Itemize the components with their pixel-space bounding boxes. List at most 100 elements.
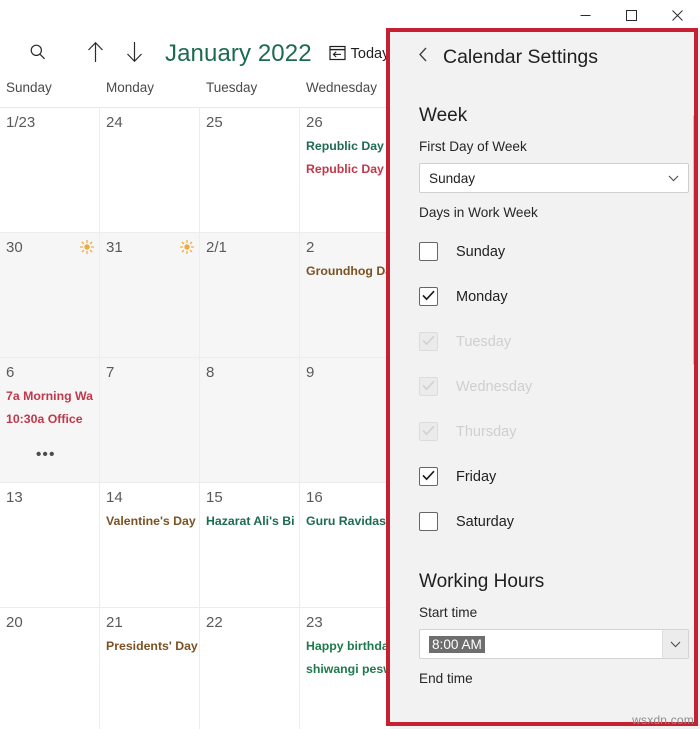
sun-icon bbox=[79, 239, 95, 256]
day-name-wednesday: Wednesday bbox=[306, 80, 378, 95]
checkbox-label: Saturday bbox=[456, 513, 515, 530]
more-events-button[interactable]: ••• bbox=[36, 447, 56, 462]
calendar-day-cell[interactable]: 21 Presidents' Day bbox=[100, 608, 200, 729]
chevron-left-icon bbox=[418, 47, 429, 67]
settings-scrollbar-thumb[interactable] bbox=[693, 115, 696, 365]
calendar-day-cell[interactable]: 2/1 bbox=[200, 233, 300, 357]
checkbox-label: Tuesday bbox=[456, 333, 512, 350]
day-cell-events: 7a Morning Wa 10:30a Office bbox=[6, 385, 94, 431]
calendar-settings-pane: Calendar Settings Week First Day of Week… bbox=[390, 30, 700, 729]
start-time-select[interactable]: 8:00 AM bbox=[419, 629, 689, 659]
checkbox[interactable] bbox=[419, 512, 438, 531]
calendar-day-cell[interactable]: 15 Hazarat Ali's Bi bbox=[200, 483, 300, 607]
calendar-day-cell[interactable]: 9 bbox=[300, 358, 390, 482]
maximize-button[interactable] bbox=[608, 0, 654, 30]
today-button[interactable]: Today bbox=[329, 44, 389, 65]
calendar-day-cell[interactable]: 31 bbox=[100, 233, 200, 357]
day-cell-header: 16 bbox=[306, 487, 390, 509]
back-button[interactable] bbox=[415, 47, 431, 67]
day-cell-header: 15 bbox=[206, 487, 294, 509]
day-number: 6 bbox=[6, 364, 15, 381]
day-number: 2 bbox=[306, 239, 315, 256]
search-icon bbox=[29, 43, 47, 66]
title-bar bbox=[0, 0, 700, 30]
day-cell-header: 14 bbox=[106, 487, 194, 509]
work-week-checkbox-friday[interactable]: Friday bbox=[419, 454, 700, 499]
calendar-day-cell[interactable]: 20 bbox=[0, 608, 100, 729]
day-cell-header: 7 bbox=[106, 362, 194, 384]
calendar-day-cell[interactable]: 8 bbox=[200, 358, 300, 482]
check-icon bbox=[422, 333, 435, 351]
calendar-day-cell[interactable]: 30 bbox=[0, 233, 100, 357]
first-day-of-week-label: First Day of Week bbox=[419, 139, 527, 154]
calendar-day-cell[interactable]: 16 Guru Ravidas Ja bbox=[300, 483, 390, 607]
first-day-of-week-select[interactable]: Sunday bbox=[419, 163, 689, 193]
day-cell-header: 20 bbox=[6, 612, 94, 634]
calendar-week-row: 6 7a Morning Wa 10:30a Office ••• 7 8 9 bbox=[0, 358, 390, 483]
calendar-event[interactable]: Republic Day bbox=[306, 135, 390, 158]
day-name-tuesday: Tuesday bbox=[206, 80, 258, 95]
close-button[interactable] bbox=[654, 0, 700, 30]
calendar-day-cell[interactable]: 14 Valentine's Day bbox=[100, 483, 200, 607]
calendar-day-cell[interactable]: 7 bbox=[100, 358, 200, 482]
minimize-button[interactable] bbox=[562, 0, 608, 30]
calendar-day-cell[interactable]: 24 bbox=[100, 108, 200, 232]
day-cell-events: Guru Ravidas Ja bbox=[306, 510, 390, 533]
next-month-button[interactable] bbox=[117, 37, 151, 71]
day-number: 15 bbox=[206, 489, 223, 506]
calendar-event[interactable]: Happy birthday bbox=[306, 635, 390, 658]
calendar-day-cell[interactable]: 13 bbox=[0, 483, 100, 607]
calendar-event[interactable]: shiwangi peswa bbox=[306, 658, 390, 681]
day-cell-events: Republic Day Republic Day bbox=[306, 135, 390, 181]
calendar-event[interactable]: Groundhog Day bbox=[306, 260, 390, 283]
calendar-event[interactable]: 10:30a Office bbox=[6, 408, 94, 431]
calendar-day-cell[interactable]: 25 bbox=[200, 108, 300, 232]
day-cell-header: 25 bbox=[206, 112, 294, 134]
end-time-label: End time bbox=[419, 671, 473, 686]
checkbox-label: Monday bbox=[456, 288, 508, 305]
calendar-event[interactable]: Valentine's Day bbox=[106, 510, 196, 533]
previous-month-button[interactable] bbox=[78, 37, 112, 71]
calendar-day-cell[interactable]: 6 7a Morning Wa 10:30a Office ••• bbox=[0, 358, 100, 482]
app-window: January 2022 Today Sunday Monday Tuesday… bbox=[0, 0, 700, 729]
search-button[interactable] bbox=[21, 37, 55, 71]
calendar-event[interactable]: Guru Ravidas Ja bbox=[306, 510, 390, 533]
calendar-day-cell[interactable]: 1/23 bbox=[0, 108, 100, 232]
settings-scrollbar[interactable] bbox=[693, 85, 696, 729]
day-number: 23 bbox=[306, 614, 323, 631]
calendar-event[interactable]: Republic Day bbox=[306, 158, 390, 181]
calendar-week-row: 1/23 24 25 26 Republic Day Republic Day bbox=[0, 108, 390, 233]
day-number: 30 bbox=[6, 239, 23, 256]
calendar-day-cell[interactable]: 2 Groundhog Day bbox=[300, 233, 390, 357]
first-day-of-week-value: Sunday bbox=[429, 170, 476, 186]
calendar-event[interactable]: Hazarat Ali's Bi bbox=[206, 510, 295, 533]
working-hours-heading: Working Hours bbox=[419, 571, 545, 592]
work-week-checkbox-monday[interactable]: Monday bbox=[419, 274, 700, 319]
checkbox[interactable] bbox=[419, 242, 438, 261]
day-cell-events: Presidents' Day bbox=[106, 635, 198, 658]
chevron-down-icon bbox=[662, 630, 688, 658]
calendar-day-cell[interactable]: 23 Happy birthdayshiwangi peswa bbox=[300, 608, 390, 729]
checkbox bbox=[419, 422, 438, 441]
checkbox-label: Thursday bbox=[456, 423, 517, 440]
day-cell-header: 13 bbox=[6, 487, 94, 509]
check-icon bbox=[422, 288, 435, 306]
work-week-checkbox-saturday[interactable]: Saturday bbox=[419, 499, 700, 544]
day-cell-header: 1/23 bbox=[6, 112, 94, 134]
calendar-day-cell[interactable]: 26 Republic Day Republic Day bbox=[300, 108, 390, 232]
day-cell-header: 26 bbox=[306, 112, 390, 134]
work-week-checkbox-wednesday: Wednesday bbox=[419, 364, 700, 409]
day-number: 7 bbox=[106, 364, 115, 381]
checkbox[interactable] bbox=[419, 287, 438, 306]
day-number: 20 bbox=[6, 614, 23, 631]
day-number: 14 bbox=[106, 489, 123, 506]
checkbox[interactable] bbox=[419, 467, 438, 486]
work-week-checkbox-sunday[interactable]: Sunday bbox=[419, 229, 700, 274]
calendar-event[interactable]: Presidents' Day bbox=[106, 635, 198, 658]
calendar-day-cell[interactable]: 22 bbox=[200, 608, 300, 729]
day-number: 31 bbox=[106, 239, 123, 256]
start-time-label: Start time bbox=[419, 605, 478, 620]
calendar-event[interactable]: 7a Morning Wa bbox=[6, 385, 94, 408]
day-cell-header: 23 bbox=[306, 612, 390, 634]
work-week-checkbox-thursday: Thursday bbox=[419, 409, 700, 454]
